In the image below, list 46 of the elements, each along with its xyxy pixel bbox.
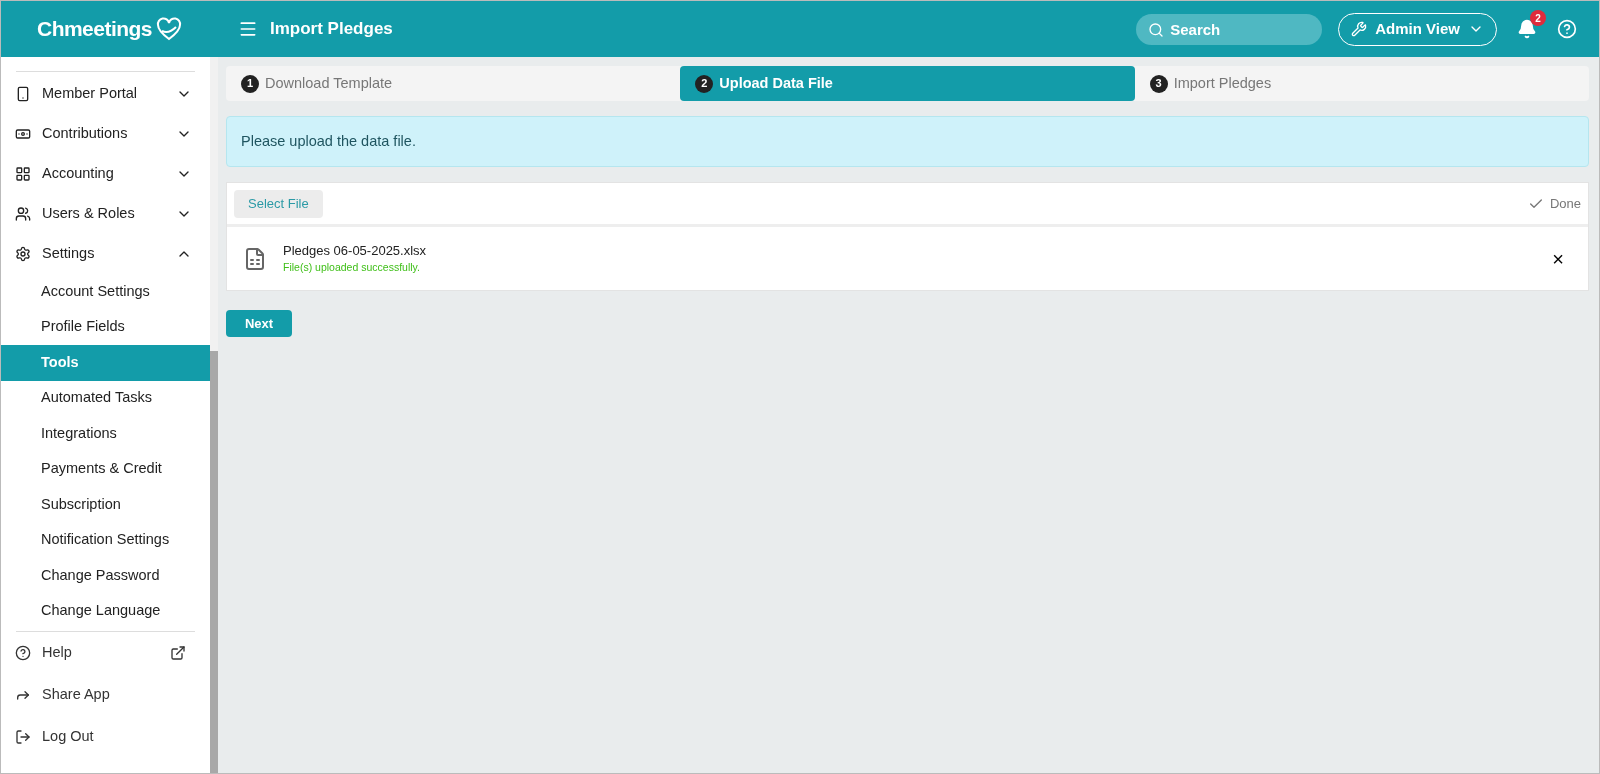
info-alert: Please upload the data file. bbox=[226, 116, 1589, 167]
step-number: 3 bbox=[1149, 74, 1168, 93]
sidebar-item[interactable]: Contributions bbox=[1, 114, 210, 154]
sidebar-subitem[interactable]: Change Language bbox=[1, 593, 210, 629]
search-icon bbox=[1148, 21, 1165, 38]
sidebar-item[interactable]: Member Portal bbox=[1, 74, 210, 114]
help-icon[interactable] bbox=[1557, 19, 1577, 39]
sidebar-item-icon bbox=[15, 206, 31, 222]
sidebar-item-icon bbox=[15, 126, 31, 142]
sidebar-item-icon bbox=[15, 166, 31, 182]
heart-logo-icon bbox=[155, 17, 182, 41]
sidebar-subitem[interactable]: Notification Settings bbox=[1, 522, 210, 558]
sidebar-item-icon bbox=[15, 729, 31, 745]
sidebar-subitem[interactable]: Integrations bbox=[1, 416, 210, 452]
menu-icon[interactable] bbox=[238, 19, 258, 39]
sidebar-item[interactable]: Users & Roles bbox=[1, 194, 210, 234]
sidebar-item[interactable]: Accounting bbox=[1, 154, 210, 194]
sidebar-subitem[interactable]: Automated Tasks bbox=[1, 380, 210, 416]
notification-count: 2 bbox=[1530, 10, 1546, 26]
sidebar-item[interactable]: Log Out bbox=[1, 716, 210, 758]
sidebar-item[interactable]: Settings bbox=[1, 234, 210, 274]
step-tab[interactable]: 2 Upload Data File bbox=[680, 66, 1135, 101]
step-tab[interactable]: 3 Import Pledges bbox=[1134, 66, 1589, 101]
sidebar-item[interactable]: Help bbox=[1, 632, 210, 674]
step-number: 1 bbox=[241, 74, 259, 93]
sidebar-item-icon bbox=[15, 645, 31, 661]
sidebar-item[interactable]: Share App bbox=[1, 674, 210, 716]
sidebar-subitem[interactable]: Account Settings bbox=[1, 274, 210, 310]
scrollbar-thumb[interactable] bbox=[210, 351, 218, 773]
page-title: Import Pledges bbox=[270, 18, 393, 41]
sidebar-item-icon bbox=[15, 246, 31, 262]
external-link-icon bbox=[170, 645, 186, 661]
upload-status: File(s) uploaded successfully. bbox=[283, 260, 421, 276]
sidebar-subitem[interactable]: Subscription bbox=[1, 487, 210, 523]
step-tab[interactable]: 1 Download Template bbox=[226, 66, 681, 101]
sidebar-subitem[interactable]: Change Password bbox=[1, 558, 210, 594]
sidebar-item-icon bbox=[15, 86, 31, 102]
wrench-icon bbox=[1351, 21, 1368, 37]
sidebar-subitem[interactable]: Profile Fields bbox=[1, 309, 210, 345]
step-number: 2 bbox=[695, 74, 714, 93]
notification-bell-icon[interactable] bbox=[1517, 19, 1537, 39]
search-field[interactable]: Search bbox=[1136, 13, 1323, 45]
file-name: Pledges 06-05-2025.xlsx bbox=[283, 241, 428, 260]
done-button[interactable]: Done bbox=[1527, 193, 1581, 214]
remove-file-button[interactable]: × bbox=[1552, 248, 1564, 269]
sidebar-subitem[interactable]: Payments & Credit bbox=[1, 451, 210, 487]
